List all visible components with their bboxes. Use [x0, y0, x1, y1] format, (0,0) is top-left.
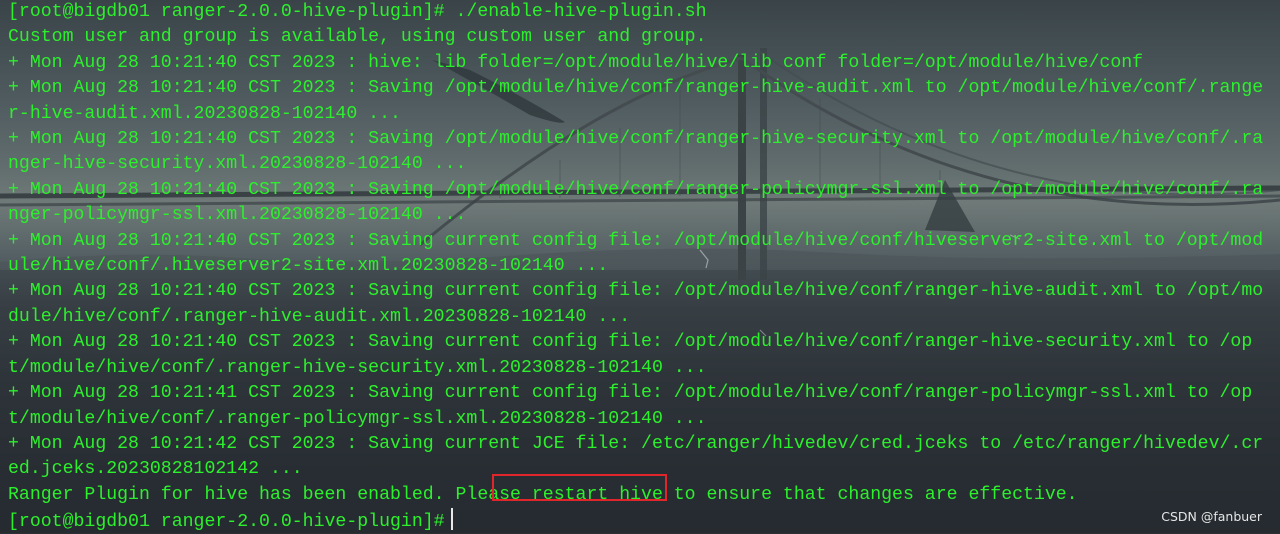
terminal-line-user-group: Custom user and group is available, usin… — [8, 27, 707, 48]
terminal-line-save-security: + Mon Aug 28 10:21:40 CST 2023 : Saving … — [8, 129, 1264, 175]
terminal-line-save-ssl: + Mon Aug 28 10:21:40 CST 2023 : Saving … — [8, 179, 1264, 226]
terminal-line-config-security: + Mon Aug 28 10:21:40 CST 2023 : Saving … — [8, 332, 1253, 378]
terminal-line-save-audit: + Mon Aug 28 10:21:40 CST 2023 : Saving … — [8, 78, 1264, 124]
terminal-line-config-audit: + Mon Aug 28 10:21:40 CST 2023 : Saving … — [8, 281, 1264, 327]
shell-prompt: [root@bigdb01 ranger-2.0.0-hive-plugin]# — [8, 512, 445, 533]
terminal-prompt-line[interactable]: [root@bigdb01 ranger-2.0.0-hive-plugin]# — [8, 508, 1274, 534]
terminal-output[interactable]: [root@bigdb01 ranger-2.0.0-hive-plugin]#… — [8, 0, 1274, 534]
restart-hive-highlight-box — [492, 474, 667, 501]
terminal-line-config-ssl: + Mon Aug 28 10:21:41 CST 2023 : Saving … — [8, 383, 1253, 429]
terminal-line-command: [root@bigdb01 ranger-2.0.0-hive-plugin]#… — [8, 2, 707, 22]
csdn-watermark: CSDN @fanbuer — [1161, 509, 1262, 524]
text-cursor — [450, 508, 453, 531]
terminal-line-lib-folder: + Mon Aug 28 10:21:40 CST 2023 : hive: l… — [8, 52, 1144, 73]
terminal-line-config-hiveserver2: + Mon Aug 28 10:21:40 CST 2023 : Saving … — [8, 230, 1264, 277]
